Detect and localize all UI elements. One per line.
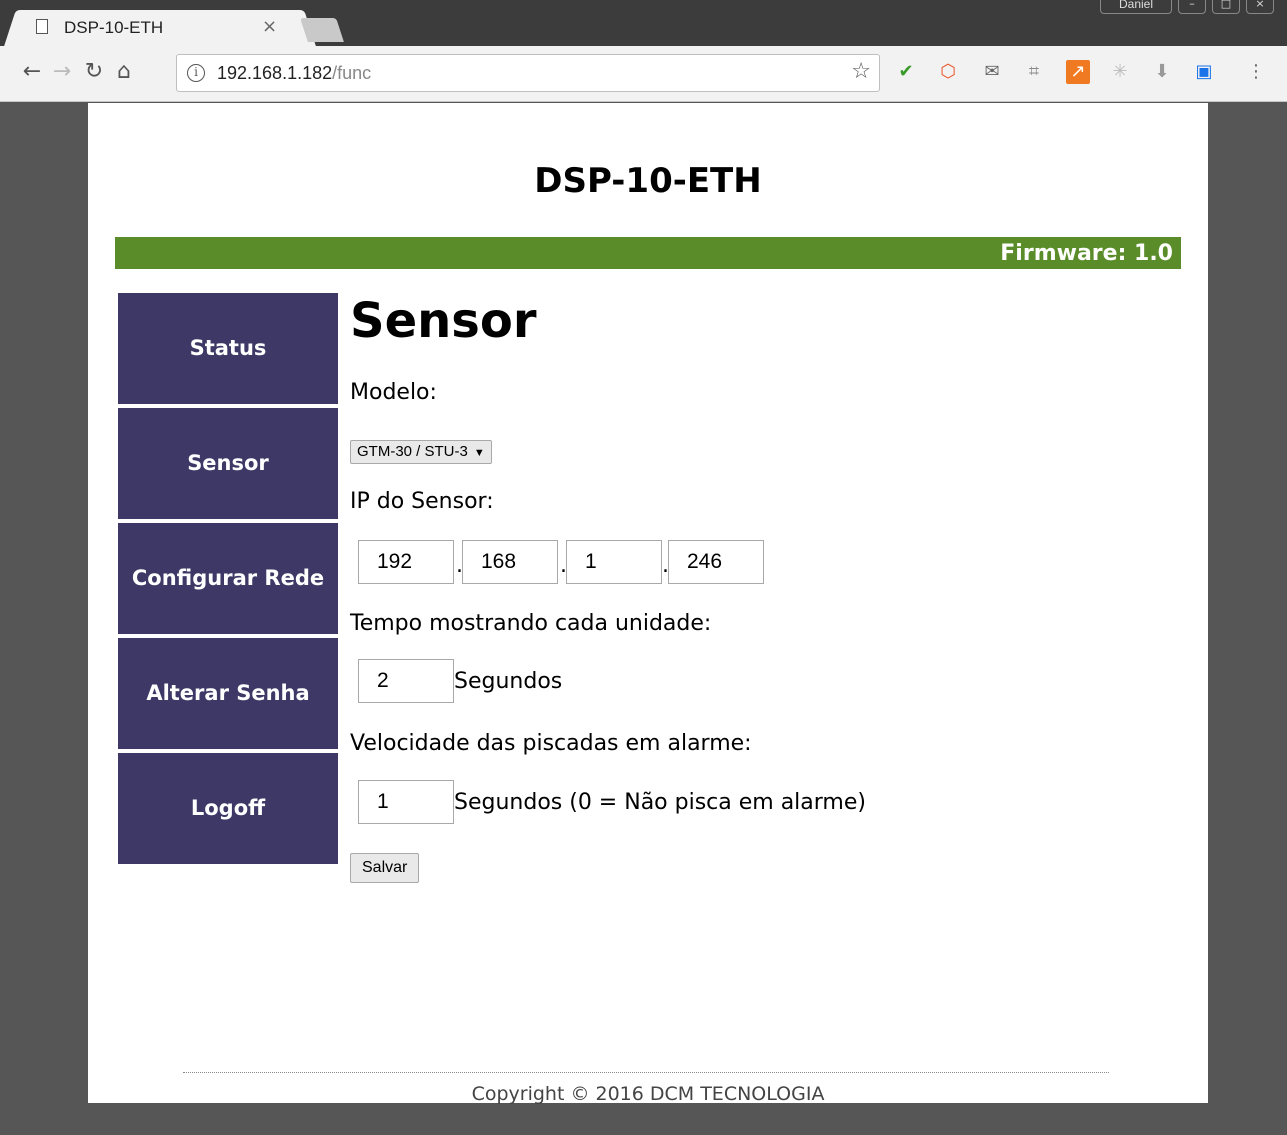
- tag-extension-icon[interactable]: ⌗: [1022, 60, 1046, 84]
- tab-title: DSP-10-ETH: [64, 18, 164, 37]
- browser-titlebar: DSP-10-ETH × Daniel – □ ×: [0, 0, 1287, 46]
- browser-tab[interactable]: DSP-10-ETH ×: [22, 10, 298, 46]
- sparkle-extension-icon[interactable]: ✳: [1108, 60, 1132, 84]
- forward-icon[interactable]: →: [48, 58, 76, 86]
- ip-octet-1[interactable]: 192: [358, 540, 454, 584]
- browser-toolbar: ← → ↻ ⌂ i 192.168.1.182/func ☆ ✔ ⬡ ✉ ⌗ ↗…: [0, 46, 1287, 102]
- side-menu: Status Sensor Configurar Rede Alterar Se…: [118, 293, 338, 868]
- menu-item-status[interactable]: Status: [118, 293, 338, 404]
- menu-item-logoff[interactable]: Logoff: [118, 753, 338, 864]
- dropdown-arrow-icon: ▼: [473, 447, 485, 459]
- blink-label: Velocidade das piscadas em alarme:: [350, 731, 752, 756]
- page-heading: Sensor: [350, 293, 537, 349]
- maximize-icon[interactable]: □: [1212, 0, 1240, 14]
- blink-unit: Segundos (0 = Não pisca em alarme): [454, 790, 866, 815]
- address-bar[interactable]: i 192.168.1.182/func ☆: [176, 54, 880, 92]
- url-text[interactable]: 192.168.1.182/func: [217, 63, 371, 84]
- ip-octet-3[interactable]: 1: [566, 540, 662, 584]
- chromatic-extension-icon[interactable]: ⬡: [936, 60, 960, 84]
- site-title: DSP-10-ETH: [534, 161, 762, 201]
- menu-item-configurar-rede[interactable]: Configurar Rede: [118, 523, 338, 634]
- mail-extension-icon[interactable]: ✉: [980, 60, 1004, 84]
- info-icon[interactable]: i: [187, 64, 205, 82]
- download-extension-icon[interactable]: ⬇: [1150, 60, 1174, 84]
- time-input[interactable]: 2: [358, 659, 454, 703]
- firmware-version: Firmware: 1.0: [1000, 241, 1173, 266]
- footer-divider: [183, 1072, 1109, 1073]
- page-viewport: DSP-10-ETH Firmware: 1.0 Status Sensor C…: [10, 103, 1280, 1135]
- page-icon: [36, 19, 48, 34]
- copyright-text: Copyright © 2016 DCM TECNOLOGIA: [471, 1083, 825, 1105]
- check-extension-icon[interactable]: ✔: [894, 60, 918, 84]
- minimize-icon[interactable]: –: [1178, 0, 1206, 14]
- web-page: DSP-10-ETH Firmware: 1.0 Status Sensor C…: [88, 103, 1208, 1105]
- back-icon[interactable]: ←: [18, 58, 46, 86]
- close-window-icon[interactable]: ×: [1246, 0, 1274, 14]
- time-unit: Segundos: [454, 669, 563, 694]
- home-icon[interactable]: ⌂: [110, 58, 138, 86]
- bookmark-star-icon[interactable]: ☆: [851, 59, 871, 84]
- blink-input[interactable]: 1: [358, 780, 454, 824]
- model-label: Modelo:: [350, 380, 437, 405]
- profile-button[interactable]: Daniel: [1100, 0, 1172, 14]
- model-select-value: GTM-30 / STU-3: [357, 443, 468, 460]
- menu-item-sensor[interactable]: Sensor: [118, 408, 338, 519]
- model-select[interactable]: GTM-30 / STU-3 ▼: [350, 440, 492, 464]
- ip-octet-2[interactable]: 168: [462, 540, 558, 584]
- firmware-bar: Firmware: 1.0: [115, 237, 1181, 269]
- reload-icon[interactable]: ↻: [80, 58, 108, 86]
- save-button[interactable]: Salvar: [350, 853, 420, 883]
- ip-octet-4[interactable]: 246: [668, 540, 764, 584]
- close-tab-icon[interactable]: ×: [262, 16, 277, 37]
- time-label: Tempo mostrando cada unidade:: [350, 611, 712, 636]
- menu-dots-icon[interactable]: ⋮: [1244, 60, 1268, 84]
- ip-label: IP do Sensor:: [350, 489, 494, 514]
- analytics-extension-icon[interactable]: ↗: [1066, 60, 1090, 84]
- new-tab-button[interactable]: [300, 18, 344, 42]
- menu-item-alterar-senha[interactable]: Alterar Senha: [118, 638, 338, 749]
- screen-extension-icon[interactable]: ▣: [1192, 60, 1216, 84]
